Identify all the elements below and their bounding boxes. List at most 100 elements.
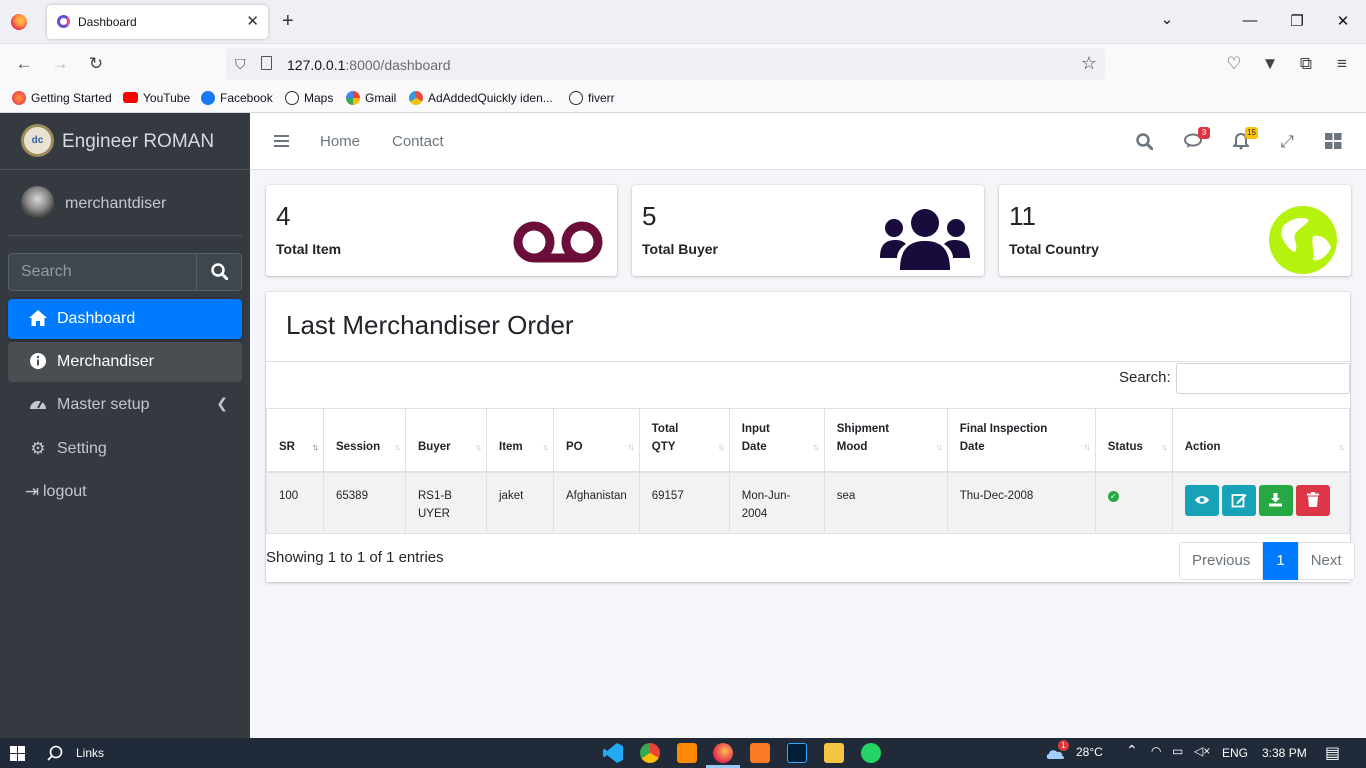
- minimize-icon[interactable]: —: [1240, 12, 1260, 29]
- photoshop-icon[interactable]: [787, 743, 807, 763]
- tracking-shield-icon[interactable]: ⛉: [235, 56, 246, 73]
- avatar[interactable]: [21, 186, 54, 219]
- whatsapp-icon[interactable]: [861, 743, 881, 763]
- search-icon[interactable]: [196, 254, 241, 290]
- nav-home[interactable]: Home: [320, 133, 360, 150]
- column-header[interactable]: Action ↑↓: [1171, 408, 1351, 473]
- column-header[interactable]: Total QTY ↑↓: [638, 408, 730, 473]
- column-header[interactable]: Item ↑↓: [486, 408, 554, 473]
- pagination-page-1[interactable]: 1: [1263, 542, 1298, 580]
- url-bar[interactable]: ⛉ 127.0.0.1:8000/dashboard ☆: [226, 48, 1105, 80]
- volume-muted-icon[interactable]: ◁×: [1194, 744, 1210, 758]
- voicemail-icon: [513, 221, 603, 263]
- column-header[interactable]: Session ↑↓: [323, 408, 406, 473]
- nav-contact[interactable]: Contact: [392, 133, 444, 150]
- close-window-icon[interactable]: ✕: [1333, 12, 1353, 30]
- delete-button[interactable]: [1295, 484, 1330, 516]
- notifications-bell-icon[interactable]: 15: [1230, 127, 1258, 153]
- chevron-left-icon: ❮: [216, 395, 228, 411]
- notification-center-icon[interactable]: ▤: [1325, 743, 1340, 763]
- sidebar-item-master-setup[interactable]: Master setup ❮: [8, 385, 242, 425]
- weather-icon[interactable]: 1: [1045, 740, 1069, 763]
- tab-title: Dashboard: [78, 15, 137, 29]
- taskbar-search-label[interactable]: Links: [76, 746, 104, 760]
- search-icon[interactable]: [1133, 131, 1155, 153]
- forward-icon[interactable]: →: [50, 54, 70, 74]
- sidebar-item-logout[interactable]: ⇥ logout: [8, 472, 242, 512]
- reload-icon[interactable]: ↻: [86, 54, 106, 74]
- firefox-taskbar-icon[interactable]: [713, 743, 733, 763]
- column-header[interactable]: Final Inspection Date ↑↓: [946, 408, 1096, 473]
- xampp-icon[interactable]: [750, 743, 770, 763]
- bookmark-facebook[interactable]: Facebook: [201, 91, 273, 105]
- column-header[interactable]: Buyer ↑↓: [405, 408, 487, 473]
- youtube-icon: [123, 92, 138, 103]
- table-search-input[interactable]: [1176, 363, 1350, 394]
- column-header[interactable]: PO ↑↓: [553, 408, 640, 473]
- file-explorer-icon[interactable]: [824, 743, 844, 763]
- bookmark-gmail[interactable]: Gmail: [346, 91, 396, 105]
- clock[interactable]: 3:38 PM: [1262, 746, 1307, 760]
- messages-badge: 3: [1198, 127, 1210, 139]
- battery-icon[interactable]: ▭: [1172, 744, 1183, 758]
- browser-tab[interactable]: Dashboard ✕: [47, 5, 268, 39]
- bookmark-fiverr[interactable]: fiverr: [569, 91, 615, 105]
- stat-label: Total Item: [276, 241, 342, 257]
- sidebar-item-merchandiser[interactable]: Merchandiser: [8, 342, 242, 382]
- sidebar-item-dashboard[interactable]: Dashboard: [8, 299, 242, 339]
- bookmark-adaddedquickly[interactable]: AdAddedQuickly iden...: [409, 91, 553, 105]
- hamburger-menu-icon[interactable]: [274, 135, 289, 147]
- table-info: Showing 1 to 1 of 1 entries: [266, 549, 444, 566]
- vpn-icon[interactable]: ▼: [1260, 54, 1280, 74]
- column-header[interactable]: Status ↑↓: [1094, 408, 1173, 473]
- url-text[interactable]: 127.0.0.1:8000/dashboard: [287, 57, 450, 73]
- windows-start-icon[interactable]: [10, 746, 25, 761]
- pagination-previous[interactable]: Previous: [1179, 542, 1264, 580]
- taskbar-search-icon[interactable]: [47, 745, 63, 761]
- temperature[interactable]: 28°C: [1076, 745, 1103, 759]
- bookmark-youtube[interactable]: YouTube: [123, 91, 190, 105]
- messages-icon[interactable]: 3: [1182, 127, 1210, 153]
- user-panel: merchantdiser: [0, 170, 250, 236]
- back-icon[interactable]: ←: [14, 54, 34, 74]
- fullscreen-expand-icon[interactable]: ⤢: [1276, 131, 1298, 153]
- edit-button[interactable]: [1221, 484, 1256, 516]
- page-info-icon[interactable]: [261, 56, 272, 70]
- pocket-icon[interactable]: ♡: [1224, 54, 1244, 74]
- bookmark-star-icon[interactable]: ☆: [1081, 53, 1097, 74]
- pagination-next[interactable]: Next: [1297, 542, 1355, 580]
- tab-close-icon[interactable]: ✕: [246, 12, 259, 30]
- sidebar-item-setting[interactable]: ⚙ Setting: [8, 429, 242, 469]
- stat-box-total-item: 4 Total Item: [266, 185, 617, 276]
- sublime-icon[interactable]: [677, 743, 697, 763]
- bookmark-maps[interactable]: Maps: [285, 91, 333, 105]
- sidebar-search-input[interactable]: [9, 254, 198, 290]
- language-indicator[interactable]: ENG: [1222, 746, 1248, 760]
- view-button[interactable]: [1184, 484, 1219, 516]
- cell-session: 65389: [323, 471, 406, 534]
- wifi-icon[interactable]: ◠: [1151, 744, 1161, 758]
- orders-card: Last Merchandiser Order Search: SR ↑↓ Ses…: [266, 292, 1355, 582]
- menu-icon[interactable]: ≡: [1332, 54, 1352, 74]
- control-sidebar-grid-icon[interactable]: [1322, 131, 1344, 153]
- notifications-badge: 15: [1245, 127, 1258, 139]
- tray-chevron-up-icon[interactable]: ⌃: [1126, 742, 1138, 759]
- firefox-logo-icon[interactable]: [11, 14, 27, 30]
- restore-icon[interactable]: ❐: [1287, 12, 1307, 30]
- brand-text: Engineer ROMAN: [62, 131, 215, 152]
- vscode-icon[interactable]: [603, 743, 623, 763]
- sort-icon: ↑↓: [812, 441, 820, 452]
- windows-taskbar: Links 1 28°C ⌃ ◠ ▭ ◁× ENG 3:38 PM ▤: [0, 738, 1366, 768]
- brand-link[interactable]: dc Engineer ROMAN: [0, 113, 250, 170]
- column-header[interactable]: Shipment Mood ↑↓: [823, 408, 948, 473]
- tab-list-chevron-icon[interactable]: ⌄: [1157, 10, 1177, 28]
- new-tab-icon[interactable]: +: [282, 10, 294, 32]
- column-header[interactable]: Input Date ↑↓: [728, 408, 825, 473]
- bookmark-label: Gmail: [365, 91, 397, 105]
- download-button[interactable]: [1258, 484, 1293, 516]
- extensions-icon[interactable]: ⧉: [1296, 54, 1316, 74]
- user-name[interactable]: merchantdiser: [65, 195, 166, 213]
- column-header[interactable]: SR ↑↓: [266, 408, 324, 473]
- chrome-icon[interactable]: [640, 743, 660, 763]
- bookmark-getting-started[interactable]: Getting Started: [12, 91, 112, 105]
